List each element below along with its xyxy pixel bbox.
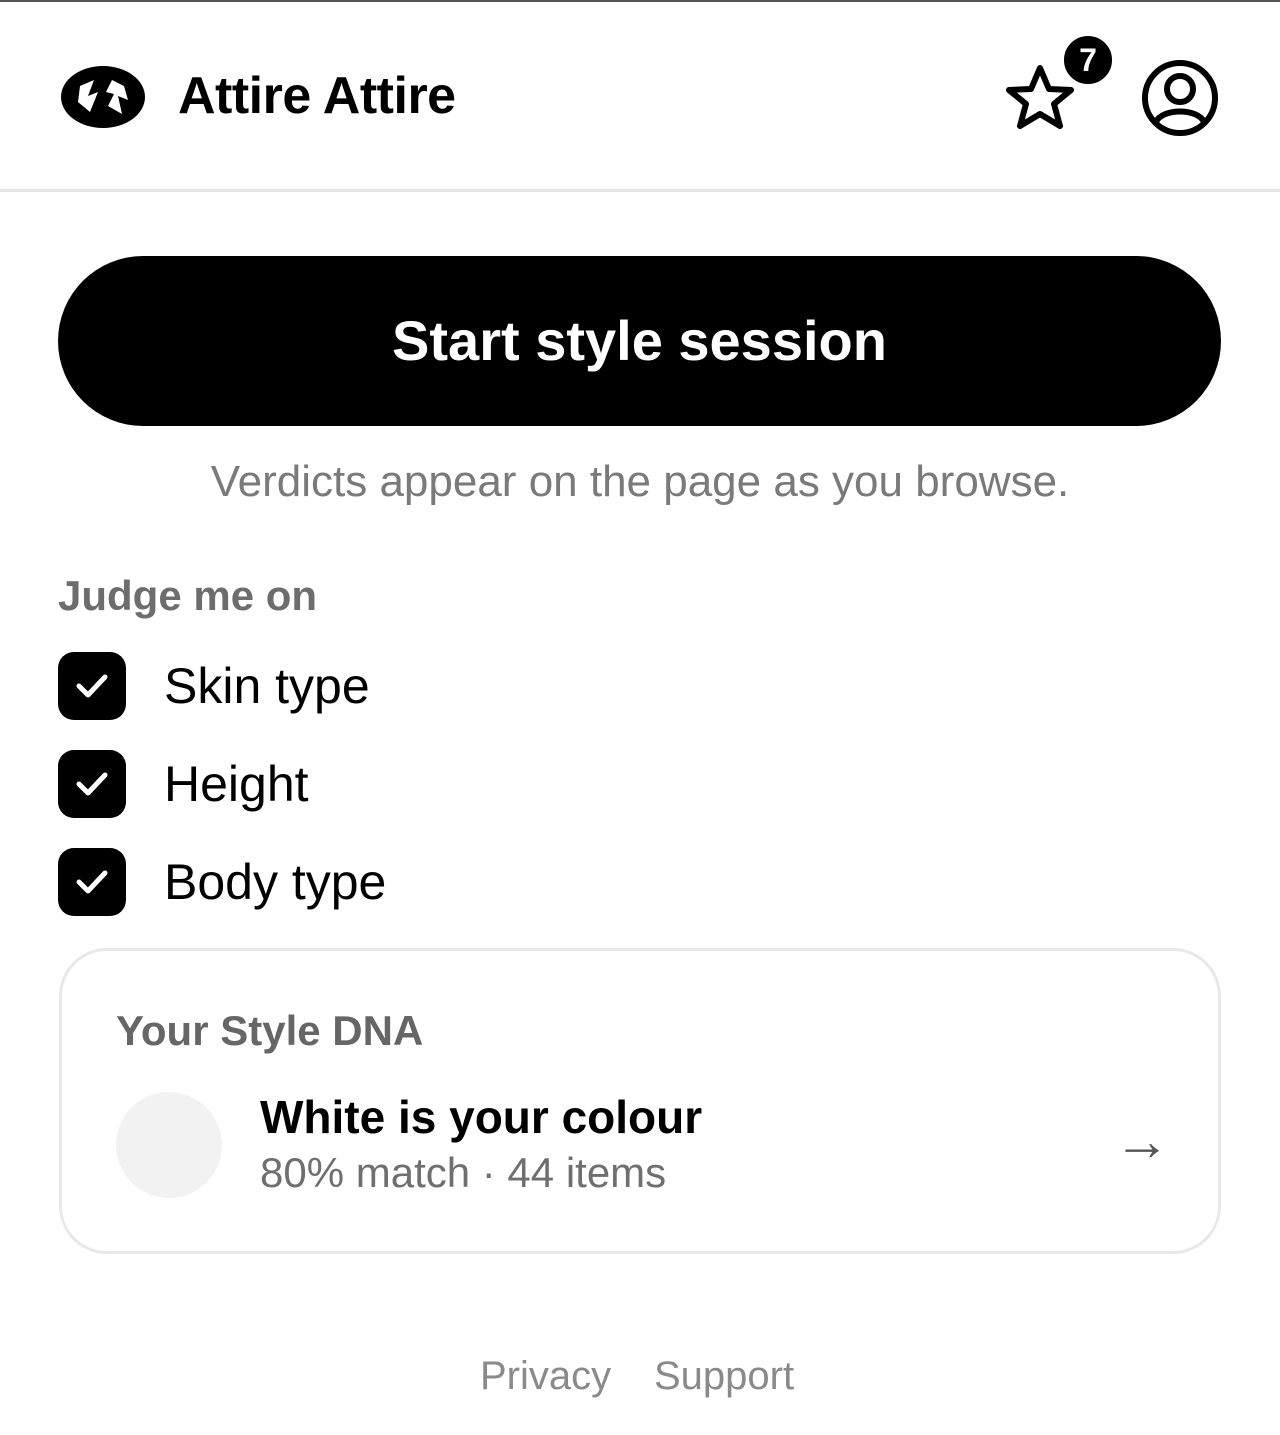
style-dna-title: Your Style DNA: [116, 1007, 424, 1054]
brand-logo-icon: [58, 62, 148, 132]
style-dna-item[interactable]: White is your colour 80% match · 44 item…: [116, 1089, 1170, 1199]
favorites-count-badge: 7: [1060, 32, 1116, 88]
arrow-right-icon: →: [1114, 1109, 1170, 1172]
user-circle-icon: [1142, 60, 1218, 136]
criterion-skin-type[interactable]: Skin type: [58, 652, 398, 720]
privacy-link[interactable]: Privacy: [480, 1352, 611, 1400]
criterion-height[interactable]: Height: [58, 750, 358, 818]
favorites-button[interactable]: 7: [1004, 32, 1120, 136]
criteria-label: Judge me on: [58, 572, 318, 619]
criterion-label: Body type: [164, 854, 387, 910]
start-style-session-button[interactable]: Start style session: [58, 256, 1221, 426]
style-dna-headline: White is your colour: [260, 1091, 703, 1143]
checkbox-body-type[interactable]: [58, 848, 126, 916]
popup-root: Attire Attire 7 Start style session Verd…: [0, 0, 1280, 1435]
criterion-label: Skin type: [164, 658, 370, 714]
style-dna-card: Your Style DNA White is your colour 80% …: [59, 948, 1221, 1254]
style-dna-meta: 80% match · 44 items: [260, 1149, 667, 1196]
colour-swatch: [116, 1092, 222, 1198]
checkbox-height[interactable]: [58, 750, 126, 818]
checkmark-icon: [76, 674, 108, 698]
criterion-label: Height: [164, 756, 309, 812]
checkbox-skin-type[interactable]: [58, 652, 126, 720]
checkmark-icon: [76, 772, 108, 796]
criterion-body-type[interactable]: Body type: [58, 848, 418, 916]
header: Attire Attire 7: [0, 2, 1280, 192]
support-link[interactable]: Support: [654, 1352, 794, 1400]
checkmark-icon: [76, 870, 108, 894]
session-hint: Verdicts appear on the page as you brows…: [210, 457, 1070, 506]
account-button[interactable]: [1140, 58, 1220, 138]
brand-name: Attire Attire: [178, 67, 456, 125]
